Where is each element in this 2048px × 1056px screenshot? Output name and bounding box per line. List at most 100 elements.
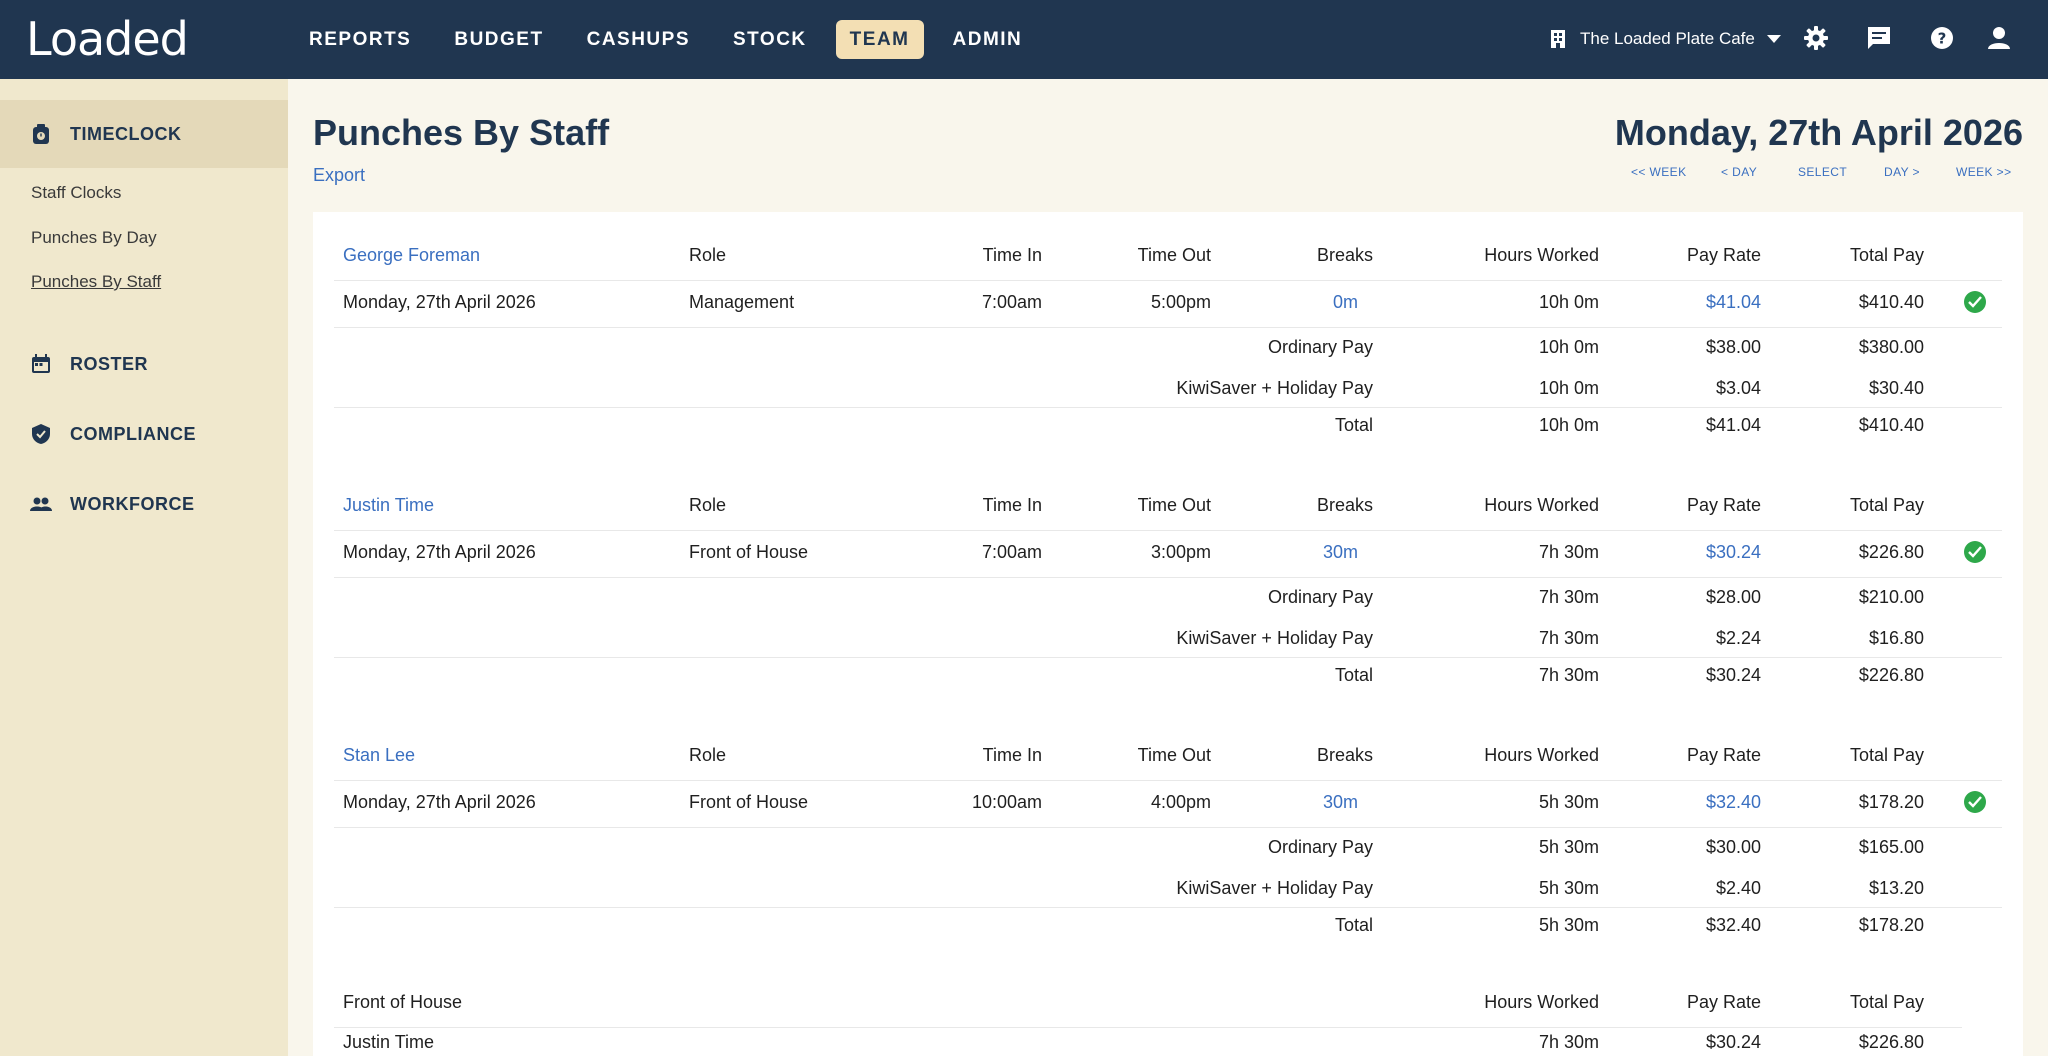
punch-time-out: 5:00pm xyxy=(1150,292,1211,312)
next-week-link[interactable]: WEEK >> xyxy=(1956,165,2012,179)
kiwisaver-holiday-pay-rate: $2.40 xyxy=(1715,878,1761,898)
sidebar: TIMECLOCK Staff Clocks Punches By Day Pu… xyxy=(0,79,288,1056)
staff-name-link[interactable]: Justin Time xyxy=(343,495,434,516)
summary-hours: 7h 30m xyxy=(1538,1032,1599,1052)
prev-day-link[interactable]: < DAY xyxy=(1721,165,1757,179)
column-header-pay-rate: Pay Rate xyxy=(1686,992,1761,1012)
punch-time-in: 10:00am xyxy=(971,792,1042,812)
ordinary-pay-rate: $28.00 xyxy=(1705,587,1761,607)
sidebar-timeclock-label: TIMECLOCK xyxy=(70,123,182,144)
punch-total-pay: $178.20 xyxy=(1858,792,1924,812)
nav-reports[interactable]: REPORTS xyxy=(295,20,425,59)
staff-name-link[interactable]: Stan Lee xyxy=(343,745,415,766)
punch-breaks-link[interactable]: 30m xyxy=(1323,542,1358,563)
punches-table: George Foreman Role Time In Time Out Breaks H… xyxy=(313,212,2023,1056)
nav-budget[interactable]: BUDGET xyxy=(440,20,557,59)
column-header-hours: Hours Worked xyxy=(1484,245,1599,265)
nav-team[interactable]: TEAM xyxy=(835,20,924,59)
building-icon xyxy=(1551,30,1565,48)
prev-week-link[interactable]: << WEEK xyxy=(1631,165,1687,179)
punch-breaks-link[interactable]: 0m xyxy=(1333,292,1358,313)
column-header-breaks: Breaks xyxy=(1316,495,1373,515)
row-divider xyxy=(334,577,2002,578)
main-nav: REPORTS BUDGET CASHUPS STOCK TEAM ADMIN xyxy=(295,20,1051,59)
row-divider xyxy=(334,407,2002,408)
column-header-total-pay: Total Pay xyxy=(1849,245,1924,265)
row-divider xyxy=(334,827,2002,828)
nav-stock[interactable]: STOCK xyxy=(719,20,821,59)
kiwisaver-holiday-pay-hours: 7h 30m xyxy=(1538,628,1599,648)
app-logo[interactable]: Loaded xyxy=(26,12,189,66)
ordinary-pay-hours: 7h 30m xyxy=(1538,587,1599,607)
row-divider xyxy=(334,280,2002,281)
column-header-time-in: Time In xyxy=(982,745,1042,765)
sidebar-workforce-label: WORKFORCE xyxy=(70,493,195,514)
nav-admin[interactable]: ADMIN xyxy=(939,20,1037,59)
sidebar-roster-label: ROSTER xyxy=(70,353,149,374)
ordinary-pay-total: $165.00 xyxy=(1858,837,1924,857)
column-header-breaks: Breaks xyxy=(1316,245,1373,265)
kiwisaver-holiday-pay-label: KiwiSaver + Holiday Pay xyxy=(1176,628,1373,648)
total-pay: $410.40 xyxy=(1858,415,1924,435)
top-bar: Loaded REPORTS BUDGET CASHUPS STOCK TEAM… xyxy=(0,0,2048,79)
punch-pay-rate-link[interactable]: $41.04 xyxy=(1706,292,1761,313)
chat-icon[interactable] xyxy=(1865,24,1893,52)
sidebar-item-staff-clocks[interactable]: Staff Clocks xyxy=(31,183,121,203)
kiwisaver-holiday-pay-hours: 5h 30m xyxy=(1538,878,1599,898)
caret-down-icon xyxy=(1766,35,1781,43)
column-header-total-pay: Total Pay xyxy=(1849,495,1924,515)
column-header-role: Role xyxy=(689,495,727,515)
export-link[interactable]: Export xyxy=(313,165,365,186)
column-header-hours: Hours Worked xyxy=(1484,745,1599,765)
punch-total-pay: $226.80 xyxy=(1858,542,1924,562)
column-header-time-out: Time Out xyxy=(1137,745,1211,765)
kiwisaver-holiday-pay-total: $30.40 xyxy=(1868,378,1924,398)
check-circle-icon xyxy=(1964,291,1986,313)
kiwisaver-holiday-pay-rate: $3.04 xyxy=(1715,378,1761,398)
sidebar-item-punches-by-staff[interactable]: Punches By Staff xyxy=(31,272,161,292)
check-circle-icon xyxy=(1964,791,1986,813)
kiwisaver-holiday-pay-hours: 10h 0m xyxy=(1538,378,1599,398)
punch-hours: 7h 30m xyxy=(1538,542,1599,562)
gear-icon[interactable] xyxy=(1802,24,1830,52)
column-header-pay-rate: Pay Rate xyxy=(1686,495,1761,515)
help-icon[interactable]: ? xyxy=(1928,24,1956,52)
sidebar-item-punches-by-day[interactable]: Punches By Day xyxy=(31,228,157,248)
sidebar-section-timeclock[interactable]: TIMECLOCK xyxy=(0,100,288,168)
kiwisaver-holiday-pay-rate: $2.24 xyxy=(1715,628,1761,648)
nav-cashups[interactable]: CASHUPS xyxy=(573,20,704,59)
next-day-link[interactable]: DAY > xyxy=(1884,165,1920,179)
column-header-time-out: Time Out xyxy=(1137,495,1211,515)
row-divider xyxy=(334,530,2002,531)
row-divider xyxy=(334,907,2002,908)
sidebar-compliance-label: COMPLIANCE xyxy=(70,423,196,444)
select-date-link[interactable]: SELECT xyxy=(1798,165,1847,179)
punch-breaks-link[interactable]: 30m xyxy=(1323,792,1358,813)
check-circle-icon xyxy=(1964,541,1986,563)
sidebar-section-workforce[interactable]: WORKFORCE xyxy=(0,470,288,538)
page-title: Punches By Staff xyxy=(313,112,610,153)
column-header-pay-rate: Pay Rate xyxy=(1686,245,1761,265)
sidebar-section-roster[interactable]: ROSTER xyxy=(0,330,288,398)
summary-total: $226.80 xyxy=(1858,1032,1924,1052)
staff-name-link[interactable]: George Foreman xyxy=(343,245,480,266)
kiwisaver-holiday-pay-total: $13.20 xyxy=(1868,878,1924,898)
ordinary-pay-label: Ordinary Pay xyxy=(1267,587,1373,607)
punch-pay-rate-link[interactable]: $32.40 xyxy=(1706,792,1761,813)
punch-time-out: 3:00pm xyxy=(1150,542,1211,562)
punch-hours: 5h 30m xyxy=(1538,792,1599,812)
total-label: Total xyxy=(1334,665,1373,685)
column-header-total-pay: Total Pay xyxy=(1849,745,1924,765)
punch-total-pay: $410.40 xyxy=(1858,292,1924,312)
punch-pay-rate-link[interactable]: $30.24 xyxy=(1706,542,1761,563)
kiwisaver-holiday-pay-label: KiwiSaver + Holiday Pay xyxy=(1176,378,1373,398)
punch-time-in: 7:00am xyxy=(981,542,1042,562)
venue-selector[interactable]: The Loaded Plate Cafe xyxy=(1550,24,1781,54)
sidebar-section-compliance[interactable]: COMPLIANCE xyxy=(0,400,288,468)
punch-role: Front of House xyxy=(689,542,809,562)
column-header-total-pay: Total Pay xyxy=(1849,992,1924,1012)
row-divider xyxy=(334,657,2002,658)
user-icon[interactable] xyxy=(1985,24,2013,52)
total-pay: $178.20 xyxy=(1858,915,1924,935)
punch-time-out: 4:00pm xyxy=(1150,792,1211,812)
